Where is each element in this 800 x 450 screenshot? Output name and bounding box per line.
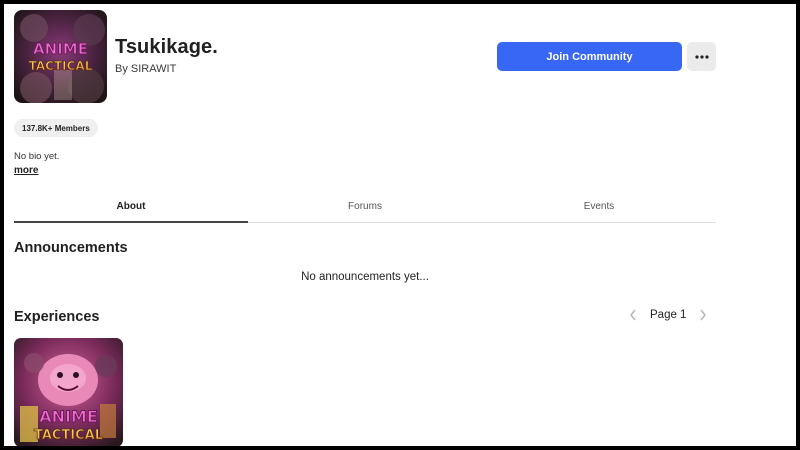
group-owner: By SIRAWIT bbox=[115, 63, 177, 75]
members-count-badge: 137.8K+ Members bbox=[14, 119, 98, 137]
group-name: Tsukikage. bbox=[115, 36, 218, 58]
join-community-button[interactable]: Join Community bbox=[497, 42, 682, 71]
announcements-title: Announcements bbox=[14, 240, 128, 256]
announcements-empty-message: No announcements yet... bbox=[301, 271, 429, 283]
svg-text:ANIME: ANIME bbox=[39, 407, 98, 426]
svg-text:TACTICAL: TACTICAL bbox=[34, 428, 103, 443]
tab-about[interactable]: About bbox=[14, 190, 248, 223]
group-icon-image: ANIME TACTICAL bbox=[14, 10, 107, 103]
experience-thumbnail: ANIME TACTICAL bbox=[14, 338, 123, 446]
experience-card[interactable]: ANIME TACTICAL bbox=[14, 338, 123, 446]
tab-bar: About Forums Events bbox=[14, 190, 716, 223]
anime-tactical-logo: ANIME TACTICAL bbox=[14, 10, 107, 103]
ellipsis-icon bbox=[694, 54, 709, 59]
svg-text:TACTICAL: TACTICAL bbox=[29, 59, 93, 73]
more-options-button[interactable] bbox=[687, 42, 716, 71]
svg-text:ANIME: ANIME bbox=[33, 40, 88, 58]
page-indicator: Page 1 bbox=[650, 309, 687, 321]
tab-forums[interactable]: Forums bbox=[248, 190, 482, 222]
chevron-left-icon bbox=[630, 309, 636, 321]
group-page: ANIME TACTICAL Tsukikage. By SIRAWIT Joi… bbox=[4, 4, 796, 446]
previous-page-button[interactable] bbox=[624, 306, 642, 324]
tab-events[interactable]: Events bbox=[482, 190, 716, 222]
bio-more-link[interactable]: more bbox=[14, 165, 38, 176]
chevron-right-icon bbox=[700, 309, 707, 321]
experiences-pager: Page 1 bbox=[624, 306, 712, 324]
next-page-button[interactable] bbox=[694, 306, 712, 324]
group-bio: No bio yet. bbox=[14, 151, 60, 162]
experiences-title: Experiences bbox=[14, 309, 100, 325]
